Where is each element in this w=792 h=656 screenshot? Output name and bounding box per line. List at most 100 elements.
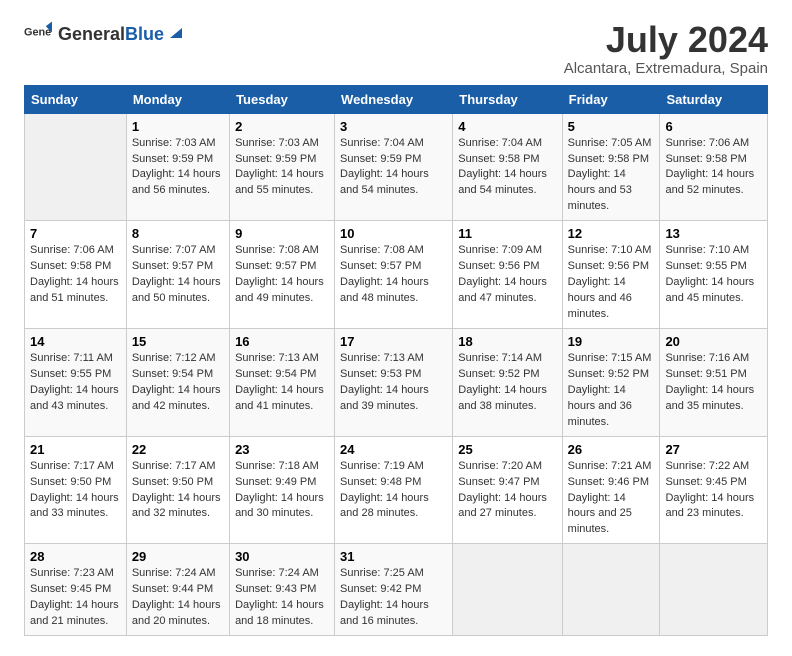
day-info: Sunrise: 7:16 AMSunset: 9:51 PMDaylight:…: [665, 351, 762, 415]
calendar-cell: 28 Sunrise: 7:23 AMSunset: 9:45 PMDayligh…: [25, 544, 127, 636]
day-number: 19: [568, 334, 655, 349]
calendar-header-sunday: Sunday: [25, 85, 127, 113]
day-number: 9: [235, 226, 329, 241]
page-header: General General Blue July 2024 Alcantara…: [24, 20, 768, 77]
day-info: Sunrise: 7:20 AMSunset: 9:47 PMDaylight:…: [458, 459, 556, 523]
day-info: Sunrise: 7:08 AMSunset: 9:57 PMDaylight:…: [340, 243, 447, 307]
logo: General General Blue: [24, 20, 182, 48]
calendar-week-row: 1 Sunrise: 7:03 AMSunset: 9:59 PMDaylight…: [25, 113, 768, 221]
day-number: 23: [235, 442, 329, 457]
calendar-cell: 1 Sunrise: 7:03 AMSunset: 9:59 PMDaylight…: [126, 113, 229, 221]
page-title: July 2024: [564, 20, 768, 60]
calendar-cell: 13Sunrise: 7:10 AMSunset: 9:55 PMDayligh…: [660, 221, 768, 329]
calendar-cell: 27 Sunrise: 7:22 AMSunset: 9:45 PMDayligh…: [660, 436, 768, 544]
day-info: Sunrise: 7:12 AMSunset: 9:54 PMDaylight:…: [132, 351, 224, 415]
logo-icon: General: [24, 20, 52, 48]
day-info: Sunrise: 7:06 AMSunset: 9:58 PMDaylight:…: [665, 136, 762, 200]
day-info: Sunrise: 7:24 AMSunset: 9:43 PMDaylight:…: [235, 566, 329, 630]
calendar-cell: 12Sunrise: 7:10 AMSunset: 9:56 PMDayligh…: [562, 221, 660, 329]
day-number: 11: [458, 226, 556, 241]
day-number: 26: [568, 442, 655, 457]
day-number: 18: [458, 334, 556, 349]
day-number: 25: [458, 442, 556, 457]
calendar-cell: 21Sunrise: 7:17 AMSunset: 9:50 PMDayligh…: [25, 436, 127, 544]
calendar-cell: 19Sunrise: 7:15 AMSunset: 9:52 PMDayligh…: [562, 328, 660, 436]
calendar-header-tuesday: Tuesday: [230, 85, 335, 113]
calendar-cell: 20 Sunrise: 7:16 AMSunset: 9:51 PMDayligh…: [660, 328, 768, 436]
page-subtitle: Alcantara, Extremadura, Spain: [564, 60, 768, 77]
calendar-week-row: 7 Sunrise: 7:06 AMSunset: 9:58 PMDaylight…: [25, 221, 768, 329]
day-info: Sunrise: 7:10 AMSunset: 9:56 PMDaylight:…: [568, 243, 655, 323]
day-number: 7: [30, 226, 121, 241]
day-info: Sunrise: 7:09 AMSunset: 9:56 PMDaylight:…: [458, 243, 556, 307]
title-block: July 2024 Alcantara, Extremadura, Spain: [564, 20, 768, 77]
day-number: 14: [30, 334, 121, 349]
calendar-cell: 26 Sunrise: 7:21 AMSunset: 9:46 PMDayligh…: [562, 436, 660, 544]
calendar-cell: 16Sunrise: 7:13 AMSunset: 9:54 PMDayligh…: [230, 328, 335, 436]
day-number: 27: [665, 442, 762, 457]
day-number: 31: [340, 549, 447, 564]
calendar-cell: 15 Sunrise: 7:12 AMSunset: 9:54 PMDayligh…: [126, 328, 229, 436]
day-info: Sunrise: 7:17 AMSunset: 9:50 PMDaylight:…: [30, 459, 121, 523]
day-number: 24: [340, 442, 447, 457]
day-number: 8: [132, 226, 224, 241]
calendar-cell: 9 Sunrise: 7:08 AMSunset: 9:57 PMDaylight…: [230, 221, 335, 329]
calendar-week-row: 14 Sunrise: 7:11 AMSunset: 9:55 PMDayligh…: [25, 328, 768, 436]
day-number: 29: [132, 549, 224, 564]
calendar-header-thursday: Thursday: [453, 85, 562, 113]
day-info: Sunrise: 7:10 AMSunset: 9:55 PMDaylight:…: [665, 243, 762, 307]
svg-text:General: General: [24, 27, 52, 39]
day-info: Sunrise: 7:11 AMSunset: 9:55 PMDaylight:…: [30, 351, 121, 415]
calendar-cell: 25 Sunrise: 7:20 AMSunset: 9:47 PMDayligh…: [453, 436, 562, 544]
day-info: Sunrise: 7:03 AMSunset: 9:59 PMDaylight:…: [132, 136, 224, 200]
calendar-header-row: SundayMondayTuesdayWednesdayThursdayFrid…: [25, 85, 768, 113]
day-number: 17: [340, 334, 447, 349]
calendar-cell: 31 Sunrise: 7:25 AMSunset: 9:42 PMDayligh…: [335, 544, 453, 636]
day-info: Sunrise: 7:19 AMSunset: 9:48 PMDaylight:…: [340, 459, 447, 523]
logo-general: General: [58, 24, 125, 45]
day-number: 22: [132, 442, 224, 457]
calendar-cell: 18 Sunrise: 7:14 AMSunset: 9:52 PMDayligh…: [453, 328, 562, 436]
calendar-cell: 4Sunrise: 7:04 AMSunset: 9:58 PMDaylight…: [453, 113, 562, 221]
logo-triangle-icon: [166, 24, 182, 40]
day-info: Sunrise: 7:17 AMSunset: 9:50 PMDaylight:…: [132, 459, 224, 523]
calendar-cell: 11 Sunrise: 7:09 AMSunset: 9:56 PMDayligh…: [453, 221, 562, 329]
calendar-cell: 8 Sunrise: 7:07 AMSunset: 9:57 PMDaylight…: [126, 221, 229, 329]
day-info: Sunrise: 7:05 AMSunset: 9:58 PMDaylight:…: [568, 136, 655, 216]
day-number: 15: [132, 334, 224, 349]
calendar-cell: 2 Sunrise: 7:03 AMSunset: 9:59 PMDaylight…: [230, 113, 335, 221]
calendar-cell: 22 Sunrise: 7:17 AMSunset: 9:50 PMDayligh…: [126, 436, 229, 544]
day-number: 28: [30, 549, 121, 564]
day-info: Sunrise: 7:06 AMSunset: 9:58 PMDaylight:…: [30, 243, 121, 307]
calendar-cell: [562, 544, 660, 636]
calendar-cell: 23Sunrise: 7:18 AMSunset: 9:49 PMDayligh…: [230, 436, 335, 544]
day-info: Sunrise: 7:23 AMSunset: 9:45 PMDaylight:…: [30, 566, 121, 630]
calendar-cell: 30 Sunrise: 7:24 AMSunset: 9:43 PMDayligh…: [230, 544, 335, 636]
calendar-cell: 6Sunrise: 7:06 AMSunset: 9:58 PMDaylight…: [660, 113, 768, 221]
day-info: Sunrise: 7:03 AMSunset: 9:59 PMDaylight:…: [235, 136, 329, 200]
day-number: 5: [568, 119, 655, 134]
day-info: Sunrise: 7:25 AMSunset: 9:42 PMDaylight:…: [340, 566, 447, 630]
day-info: Sunrise: 7:13 AMSunset: 9:54 PMDaylight:…: [235, 351, 329, 415]
day-info: Sunrise: 7:24 AMSunset: 9:44 PMDaylight:…: [132, 566, 224, 630]
calendar-cell: 10 Sunrise: 7:08 AMSunset: 9:57 PMDayligh…: [335, 221, 453, 329]
day-number: 1: [132, 119, 224, 134]
day-number: 10: [340, 226, 447, 241]
day-info: Sunrise: 7:14 AMSunset: 9:52 PMDaylight:…: [458, 351, 556, 415]
calendar-cell: 3 Sunrise: 7:04 AMSunset: 9:59 PMDaylight…: [335, 113, 453, 221]
day-number: 30: [235, 549, 329, 564]
calendar-cell: [25, 113, 127, 221]
day-info: Sunrise: 7:04 AMSunset: 9:59 PMDaylight:…: [340, 136, 447, 200]
calendar-cell: 7 Sunrise: 7:06 AMSunset: 9:58 PMDaylight…: [25, 221, 127, 329]
day-info: Sunrise: 7:08 AMSunset: 9:57 PMDaylight:…: [235, 243, 329, 307]
calendar-header-friday: Friday: [562, 85, 660, 113]
day-number: 4: [458, 119, 556, 134]
calendar-cell: 17Sunrise: 7:13 AMSunset: 9:53 PMDayligh…: [335, 328, 453, 436]
day-number: 20: [665, 334, 762, 349]
day-info: Sunrise: 7:07 AMSunset: 9:57 PMDaylight:…: [132, 243, 224, 307]
day-info: Sunrise: 7:22 AMSunset: 9:45 PMDaylight:…: [665, 459, 762, 523]
day-number: 3: [340, 119, 447, 134]
day-number: 2: [235, 119, 329, 134]
day-info: Sunrise: 7:21 AMSunset: 9:46 PMDaylight:…: [568, 459, 655, 539]
calendar-cell: [453, 544, 562, 636]
